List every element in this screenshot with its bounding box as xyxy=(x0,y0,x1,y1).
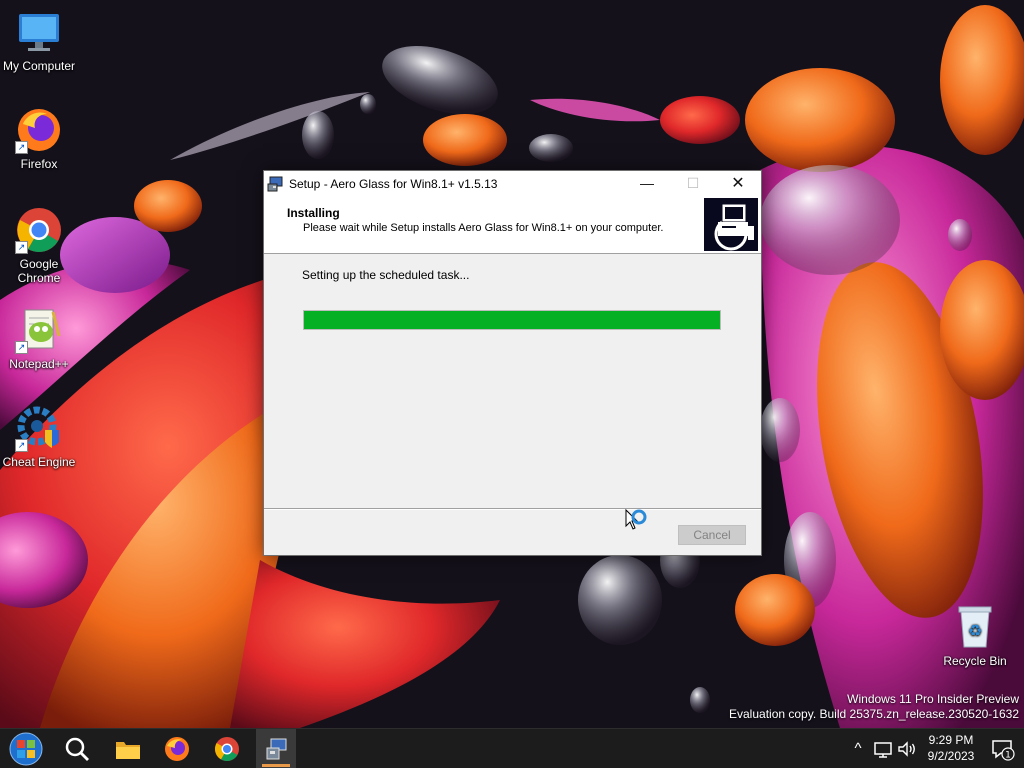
desktop-icon-label: Recycle Bin xyxy=(943,654,1007,668)
chrome-icon: ↗ xyxy=(15,206,63,254)
search-icon xyxy=(65,737,89,761)
progress-bar-fill xyxy=(304,311,720,329)
setup-app-icon xyxy=(267,176,283,192)
network-icon[interactable] xyxy=(871,729,895,768)
desktop-icon-label: Firefox xyxy=(20,157,58,171)
desktop-icon-chrome[interactable]: ↗ Google Chrome xyxy=(0,206,78,285)
clock-time: 9:29 PM xyxy=(928,733,974,747)
taskbar-setup[interactable] xyxy=(256,729,296,768)
desktop-icon-cheat-engine[interactable]: ↗ Cheat Engine xyxy=(0,404,78,469)
volume-icon[interactable] xyxy=(896,729,918,768)
shortcut-arrow-icon: ↗ xyxy=(15,241,28,254)
cheat-engine-icon: ↗ xyxy=(15,404,63,452)
busy-cursor-icon xyxy=(625,508,647,530)
maximize-button[interactable]: ☐ xyxy=(670,171,716,196)
clock-date: 9/2/2023 xyxy=(927,749,975,763)
taskbar: ^ 9:29 PM 9/2/2023 1 xyxy=(0,728,1024,768)
installer-logo-icon xyxy=(704,198,758,251)
wizard-header: Installing Please wait while Setup insta… xyxy=(264,196,761,254)
progress-bar xyxy=(303,310,721,330)
desktop: My Computer ↗ Firefox ↗ Google Chrome ↗ … xyxy=(0,0,1024,728)
shortcut-arrow-icon: ↗ xyxy=(15,439,28,452)
status-text: Setting up the scheduled task... xyxy=(302,268,470,282)
show-hidden-icons-button[interactable]: ^ xyxy=(849,729,867,768)
desktop-icon-my-computer[interactable]: My Computer xyxy=(0,8,78,73)
shortcut-arrow-icon: ↗ xyxy=(15,141,28,154)
cancel-button[interactable]: Cancel xyxy=(678,525,746,545)
chrome-icon xyxy=(214,736,239,761)
title-bar[interactable]: Setup - Aero Glass for Win8.1+ v1.5.13 —… xyxy=(264,171,761,196)
taskbar-clock[interactable]: 9:29 PM 9/2/2023 xyxy=(918,732,984,764)
close-button[interactable]: ✕ xyxy=(715,171,761,196)
taskbar-file-explorer[interactable] xyxy=(108,729,148,768)
firefox-icon: ↗ xyxy=(15,106,63,154)
setup-installer-icon xyxy=(266,738,287,759)
recycle-bin-icon: ♻ xyxy=(951,603,999,651)
taskbar-firefox[interactable] xyxy=(157,729,197,768)
taskbar-chrome[interactable] xyxy=(207,729,247,768)
page-title: Installing xyxy=(287,206,340,220)
notification-icon: 1 xyxy=(992,739,1015,761)
watermark-line: Evaluation copy. Build 25375.zn_release.… xyxy=(729,707,1019,721)
monitor-icon xyxy=(15,8,63,56)
desktop-icon-label: Notepad++ xyxy=(9,357,69,371)
firefox-icon xyxy=(165,736,189,761)
active-indicator xyxy=(262,764,290,767)
notification-count: 1 xyxy=(1005,750,1011,760)
minimize-button[interactable]: — xyxy=(624,171,670,196)
page-subtitle: Please wait while Setup installs Aero Gl… xyxy=(303,222,664,234)
start-button[interactable] xyxy=(6,729,46,768)
windows-watermark: Windows 11 Pro Insider Preview Evaluatio… xyxy=(729,692,1019,722)
windows-start-icon xyxy=(9,732,43,765)
desktop-icon-label: Cheat Engine xyxy=(2,455,76,469)
taskbar-search-button[interactable] xyxy=(57,729,97,768)
desktop-icon-label: My Computer xyxy=(2,59,76,73)
desktop-icon-recycle-bin[interactable]: ♻ Recycle Bin xyxy=(936,603,1014,668)
folder-icon xyxy=(116,741,140,759)
desktop-icon-notepadpp[interactable]: ↗ Notepad++ xyxy=(0,306,78,371)
shortcut-arrow-icon: ↗ xyxy=(15,341,28,354)
svg-text:♻: ♻ xyxy=(968,621,982,640)
desktop-icon-firefox[interactable]: ↗ Firefox xyxy=(0,106,78,171)
notification-center-button[interactable]: 1 xyxy=(989,729,1017,768)
watermark-line: Windows 11 Pro Insider Preview xyxy=(847,692,1019,706)
divider xyxy=(264,508,761,510)
desktop-icon-label: Google Chrome xyxy=(17,257,61,285)
window-title: Setup - Aero Glass for Win8.1+ v1.5.13 xyxy=(289,177,498,191)
setup-window: Setup - Aero Glass for Win8.1+ v1.5.13 —… xyxy=(263,170,762,556)
notepadpp-icon: ↗ xyxy=(15,306,63,354)
